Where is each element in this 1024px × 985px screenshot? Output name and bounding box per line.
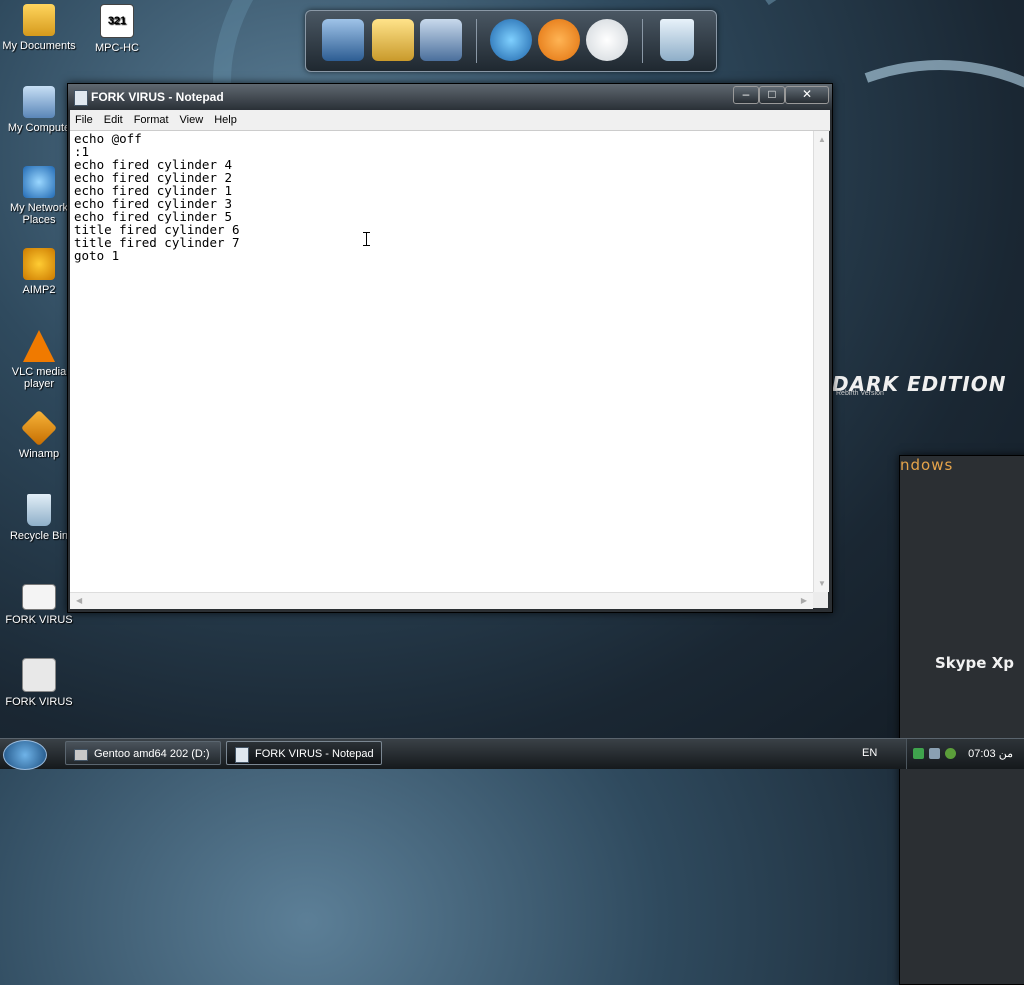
vertical-scrollbar[interactable]: ▲ ▼ xyxy=(813,131,829,592)
notepad-icon xyxy=(235,747,249,763)
scroll-down-icon[interactable]: ▼ xyxy=(818,579,826,588)
desktop-icon-mpc-hc[interactable]: 321 MPC-HC xyxy=(78,4,156,54)
start-button[interactable] xyxy=(3,740,47,770)
text-editor[interactable]: echo @off :1 echo fired cylinder 4 echo … xyxy=(70,131,813,592)
system-tray: 07:03 من xyxy=(906,739,1024,769)
text-line: echo @off xyxy=(74,131,142,146)
desktop-icon-label: FORK VIRUS xyxy=(5,614,73,626)
close-button[interactable]: ✕ xyxy=(785,86,829,104)
text-file-icon xyxy=(22,584,56,610)
desktop-icon-label: MPC-HC xyxy=(95,42,139,54)
vlc-cone-icon xyxy=(23,330,55,362)
maximize-button[interactable]: □ xyxy=(759,86,785,104)
dock-separator xyxy=(476,19,477,63)
notepad-icon xyxy=(74,90,88,106)
antivirus-tray-icon[interactable] xyxy=(945,748,956,759)
menu-view[interactable]: View xyxy=(175,111,210,126)
folder-documents-icon xyxy=(23,4,55,36)
resize-grip[interactable] xyxy=(813,592,828,608)
clock[interactable]: 07:03 من xyxy=(968,747,1013,760)
media-player-icon[interactable] xyxy=(538,19,580,61)
language-indicator[interactable]: EN xyxy=(862,747,877,759)
safely-remove-icon[interactable] xyxy=(929,748,940,759)
scroll-left-icon[interactable]: ◀ xyxy=(76,596,82,605)
desktop-icon-my-documents[interactable]: My Documents xyxy=(0,4,78,52)
minimize-button[interactable]: – xyxy=(733,86,759,104)
desktop-icon-label: Recycle Bin xyxy=(9,530,69,542)
desktop-icon-label: My Compute xyxy=(7,122,71,134)
menu-bar: File Edit Format View Help xyxy=(70,110,830,131)
network-tray-icon[interactable] xyxy=(913,748,924,759)
wallpaper-brand-sub: Rebirth Version xyxy=(836,390,884,397)
desktop-icon-label: My Network Places xyxy=(9,202,69,226)
monitor-icon[interactable] xyxy=(322,19,364,61)
task-label: FORK VIRUS - Notepad xyxy=(255,748,374,760)
recycle-bin-icon xyxy=(27,494,51,526)
menu-format[interactable]: Format xyxy=(129,111,175,126)
dock-bar xyxy=(305,10,717,72)
desktop-icon-label: Winamp xyxy=(18,448,60,460)
task-button-notepad[interactable]: FORK VIRUS - Notepad xyxy=(226,741,382,765)
mpc-hc-icon: 321 xyxy=(100,4,134,38)
clock-icon[interactable] xyxy=(586,19,628,61)
task-label: Gentoo amd64 202 (D:) xyxy=(94,748,210,760)
taskbar: Gentoo amd64 202 (D:) FORK VIRUS - Notep… xyxy=(0,738,1024,770)
desktop-icon-label: My Documents xyxy=(2,40,76,52)
globe-icon[interactable] xyxy=(490,19,532,61)
desktop-icon-fork-virus-bat[interactable]: FORK VIRUS xyxy=(0,658,78,708)
notepad-window: FORK VIRUS - Notepad – □ ✕ File Edit Forma… xyxy=(67,83,833,613)
desktop-icon-label: AIMP2 xyxy=(22,284,56,296)
drive-icon xyxy=(74,749,88,761)
my-computer-icon xyxy=(23,86,55,118)
recycle-bin-icon[interactable] xyxy=(660,19,694,61)
control-panel-icon[interactable] xyxy=(420,19,462,61)
menu-file[interactable]: File xyxy=(70,111,99,126)
menu-edit[interactable]: Edit xyxy=(99,111,129,126)
ibeam-cursor-icon xyxy=(363,232,370,246)
horizontal-scrollbar[interactable]: ◀ ▶ xyxy=(70,592,813,609)
winamp-icon xyxy=(20,409,58,447)
scroll-up-icon[interactable]: ▲ xyxy=(818,135,826,144)
aimp-icon xyxy=(23,248,55,280)
window-title: FORK VIRUS - Notepad xyxy=(91,90,224,104)
network-places-icon xyxy=(23,166,55,198)
text-line: title fired cylinder 7 xyxy=(74,235,240,250)
desktop-icon-label: FORK VIRUS xyxy=(5,696,73,708)
dock-separator xyxy=(642,19,643,63)
desktop-icon-label: VLC media player xyxy=(11,366,67,390)
folders-icon[interactable] xyxy=(372,19,414,61)
menu-help[interactable]: Help xyxy=(209,111,243,126)
title-bar[interactable]: FORK VIRUS - Notepad – □ ✕ xyxy=(68,84,832,110)
text-line: goto 1 xyxy=(74,248,120,263)
batch-file-icon xyxy=(22,658,56,692)
scroll-right-icon[interactable]: ▶ xyxy=(801,596,807,605)
task-button-gentoo[interactable]: Gentoo amd64 202 (D:) xyxy=(65,741,221,765)
wallpaper-skype-text: Skype Xp xyxy=(935,654,1014,672)
